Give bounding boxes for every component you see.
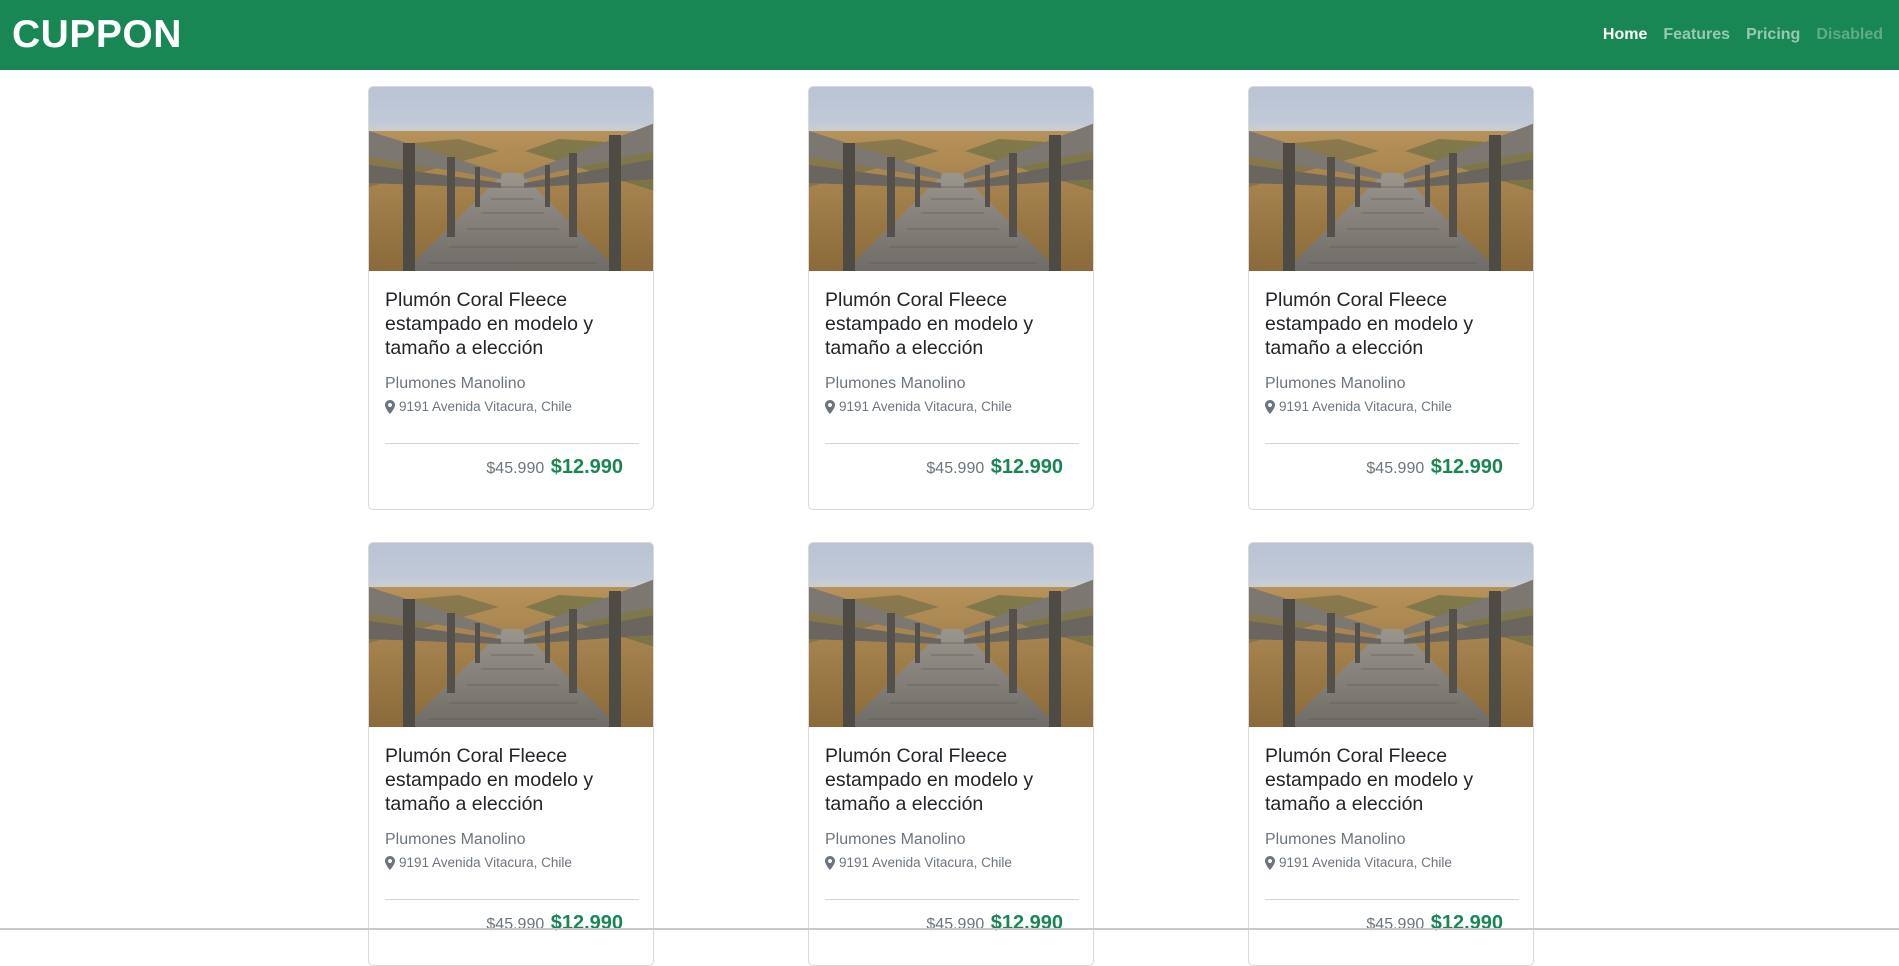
company-name: Plumones Manolino xyxy=(1265,375,1406,392)
divider xyxy=(825,443,1079,444)
divider xyxy=(385,443,639,444)
company-name: Plumones Manolino xyxy=(385,831,526,848)
price-block: $45.990 $12.990 xyxy=(385,454,639,482)
price-block: $45.990 $12.990 xyxy=(385,910,639,938)
address: 9191 Avenida Vitacura, Chile xyxy=(385,854,639,872)
sale-price: $12.990 xyxy=(1430,456,1503,478)
company-name: Plumones Manolino xyxy=(825,831,966,848)
address-text: 9191 Avenida Vitacura, Chile xyxy=(839,399,1012,414)
product-title[interactable]: Plumón Coral Fleece estampado en modelo … xyxy=(385,288,639,360)
address-text: 9191 Avenida Vitacura, Chile xyxy=(1279,855,1452,870)
card-body: Plumón Coral Fleece estampado en modelo … xyxy=(385,727,639,938)
old-price: $45.990 xyxy=(1366,460,1425,477)
product-title[interactable]: Plumón Coral Fleece estampado en modelo … xyxy=(1265,744,1519,816)
old-price: $45.990 xyxy=(486,916,545,933)
nav-link-pricing[interactable]: Pricing xyxy=(1746,26,1800,44)
nav-links: Home Features Pricing Disabled xyxy=(1587,0,1883,70)
address-text: 9191 Avenida Vitacura, Chile xyxy=(399,855,572,870)
address: 9191 Avenida Vitacura, Chile xyxy=(385,398,639,416)
divider xyxy=(385,899,639,900)
product-card[interactable]: Plumón Coral Fleece estampado en modelo … xyxy=(808,542,1094,966)
address-text: 9191 Avenida Vitacura, Chile xyxy=(839,855,1012,870)
divider xyxy=(825,899,1079,900)
address: 9191 Avenida Vitacura, Chile xyxy=(825,854,1079,872)
price-block: $45.990 $12.990 xyxy=(1265,910,1519,938)
card-body: Plumón Coral Fleece estampado en modelo … xyxy=(1265,271,1519,482)
map-pin-icon xyxy=(825,400,835,414)
sale-price: $12.990 xyxy=(990,456,1063,478)
product-image[interactable] xyxy=(369,543,654,727)
brand-logo[interactable]: CUPPON xyxy=(12,12,182,58)
old-price: $45.990 xyxy=(1366,916,1425,933)
address-text: 9191 Avenida Vitacura, Chile xyxy=(1279,399,1452,414)
old-price: $45.990 xyxy=(486,460,545,477)
sale-price: $12.990 xyxy=(550,456,623,478)
product-image[interactable] xyxy=(809,543,1094,727)
product-card[interactable]: Plumón Coral Fleece estampado en modelo … xyxy=(368,86,654,510)
nav-link-home[interactable]: Home xyxy=(1603,26,1647,44)
card-body: Plumón Coral Fleece estampado en modelo … xyxy=(1265,727,1519,938)
price-block: $45.990 $12.990 xyxy=(825,910,1079,938)
product-title[interactable]: Plumón Coral Fleece estampado en modelo … xyxy=(825,744,1079,816)
company-name: Plumones Manolino xyxy=(1265,831,1406,848)
sale-price: $12.990 xyxy=(990,912,1063,934)
address: 9191 Avenida Vitacura, Chile xyxy=(825,398,1079,416)
navbar: CUPPON Home Features Pricing Disabled xyxy=(0,0,1899,70)
product-title[interactable]: Plumón Coral Fleece estampado en modelo … xyxy=(825,288,1079,360)
card-body: Plumón Coral Fleece estampado en modelo … xyxy=(385,271,639,482)
divider xyxy=(1265,899,1519,900)
map-pin-icon xyxy=(385,856,395,870)
product-card[interactable]: Plumón Coral Fleece estampado en modelo … xyxy=(1248,542,1534,966)
nav-link-features[interactable]: Features xyxy=(1663,26,1730,44)
address: 9191 Avenida Vitacura, Chile xyxy=(1265,854,1519,872)
company-name: Plumones Manolino xyxy=(385,375,526,392)
address: 9191 Avenida Vitacura, Chile xyxy=(1265,398,1519,416)
product-image[interactable] xyxy=(1249,543,1534,727)
nav-link-disabled: Disabled xyxy=(1816,26,1883,43)
product-image[interactable] xyxy=(369,87,654,271)
product-card[interactable]: Plumón Coral Fleece estampado en modelo … xyxy=(1248,86,1534,510)
map-pin-icon xyxy=(1265,856,1275,870)
address-text: 9191 Avenida Vitacura, Chile xyxy=(399,399,572,414)
card-body: Plumón Coral Fleece estampado en modelo … xyxy=(825,727,1079,938)
old-price: $45.990 xyxy=(926,460,985,477)
card-body: Plumón Coral Fleece estampado en modelo … xyxy=(825,271,1079,482)
old-price: $45.990 xyxy=(926,916,985,933)
price-block: $45.990 $12.990 xyxy=(1265,454,1519,482)
product-title[interactable]: Plumón Coral Fleece estampado en modelo … xyxy=(1265,288,1519,360)
product-title[interactable]: Plumón Coral Fleece estampado en modelo … xyxy=(385,744,639,816)
product-card[interactable]: Plumón Coral Fleece estampado en modelo … xyxy=(808,86,1094,510)
product-image[interactable] xyxy=(1249,87,1534,271)
sale-price: $12.990 xyxy=(1430,912,1503,934)
map-pin-icon xyxy=(385,400,395,414)
price-block: $45.990 $12.990 xyxy=(825,454,1079,482)
product-image[interactable] xyxy=(809,87,1094,271)
company-name: Plumones Manolino xyxy=(825,375,966,392)
sale-price: $12.990 xyxy=(550,912,623,934)
map-pin-icon xyxy=(825,856,835,870)
divider xyxy=(1265,443,1519,444)
map-pin-icon xyxy=(1265,400,1275,414)
product-card[interactable]: Plumón Coral Fleece estampado en modelo … xyxy=(368,542,654,966)
